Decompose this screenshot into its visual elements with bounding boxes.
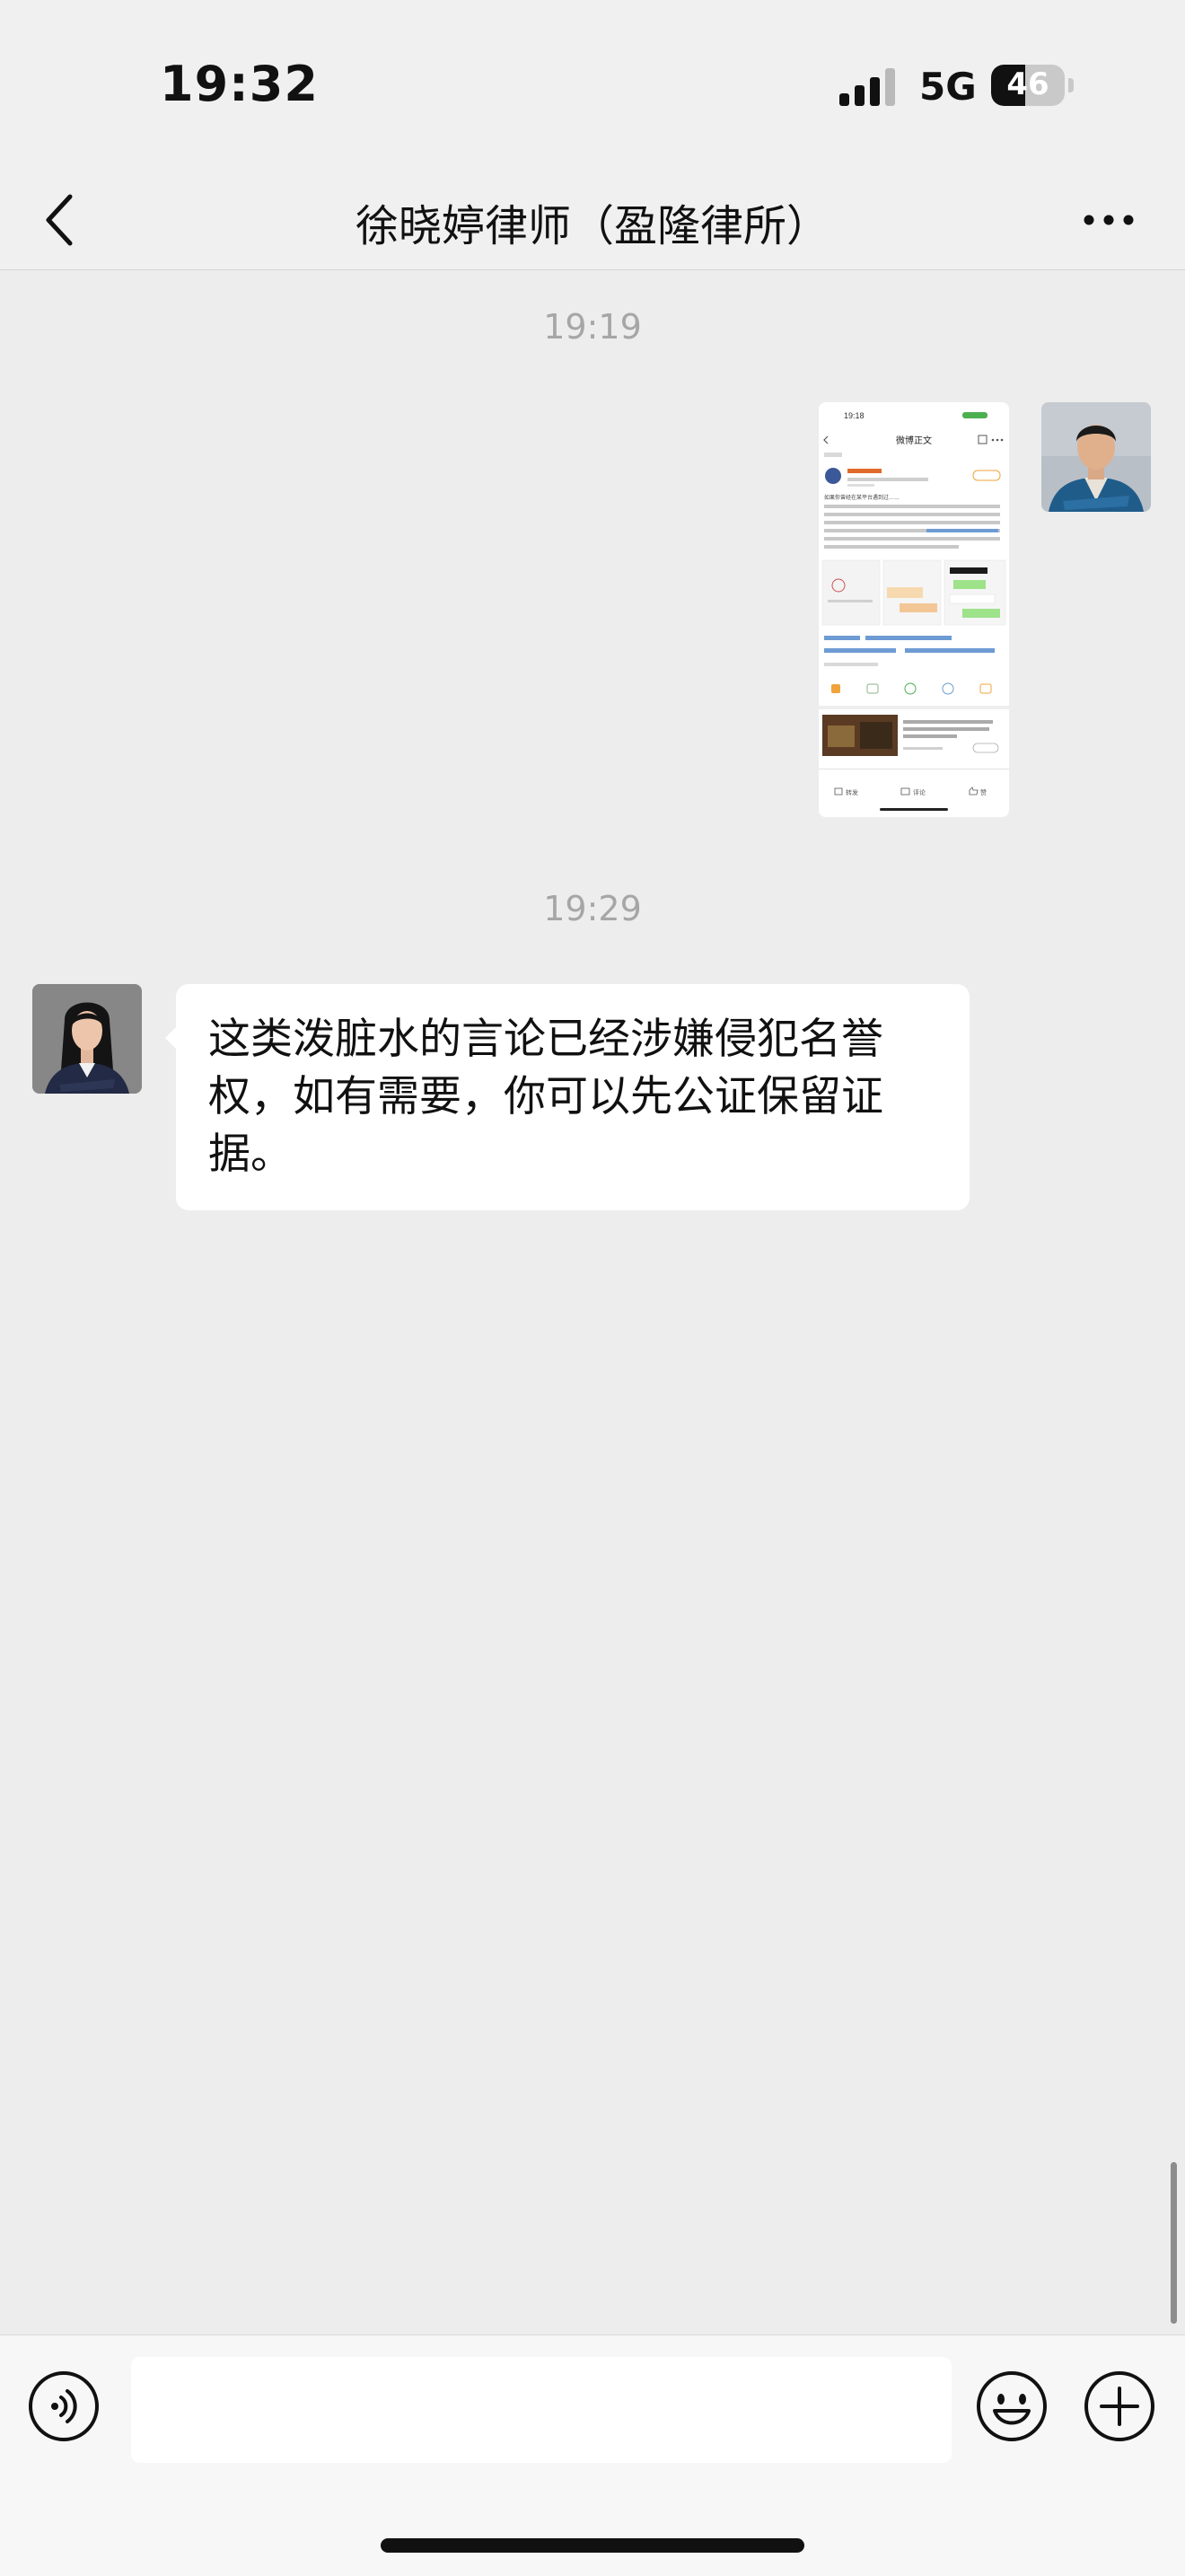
battery-level: 46 [1006, 66, 1049, 102]
chat-scrollbar[interactable] [1171, 2162, 1177, 2324]
thumb-like: 赞 [980, 788, 987, 796]
voice-icon[interactable] [27, 2369, 101, 2443]
thumb-share: 转发 [846, 788, 858, 796]
thumb-post-text: 如果你曾经在某平台遇到过…… [824, 494, 900, 501]
plus-icon[interactable] [1083, 2369, 1156, 2443]
network-type: 5G [919, 65, 977, 109]
message-timestamp: 19:19 [543, 307, 642, 347]
thumb-header-title: 微博正文 [896, 435, 932, 446]
screenshot-thumbnail: 19:18 微博正文 如果你曾经在某平台遇到过…… 转发 评论 赞 [819, 402, 1009, 817]
chat-header: 徐晓婷律师（盈隆律所） [0, 171, 1185, 270]
text-message[interactable]: 这类泼脏水的言论已经涉嫌侵犯名誉权，如有需要，你可以先公证保留证据。 [176, 984, 970, 1210]
battery-icon: 46 [991, 65, 1065, 106]
image-message[interactable]: 19:18 微博正文 如果你曾经在某平台遇到过…… 转发 评论 赞 [819, 402, 1009, 817]
thumb-comment: 评论 [913, 788, 926, 796]
status-time: 19:32 [160, 56, 319, 112]
message-input[interactable] [131, 2357, 952, 2463]
thumb-status-time: 19:18 [844, 411, 865, 420]
emoji-icon[interactable] [975, 2369, 1049, 2443]
chevron-left-icon[interactable] [40, 184, 84, 256]
chat-title: 徐晓婷律师（盈隆律所） [355, 201, 830, 251]
my-avatar[interactable] [1041, 402, 1151, 512]
battery-tip [1068, 78, 1074, 92]
status-bar: 19:32 5G 46 [0, 0, 1185, 171]
input-bar [0, 2334, 1185, 2576]
cellular-signal-icon [839, 68, 895, 106]
message-timestamp: 19:29 [543, 889, 642, 928]
message-text: 这类泼脏水的言论已经涉嫌侵犯名誉权，如有需要，你可以先公证保留证据。 [208, 1015, 883, 1179]
home-indicator[interactable] [381, 2538, 804, 2553]
contact-avatar[interactable] [32, 984, 142, 1094]
more-horizontal-icon[interactable] [1077, 189, 1140, 251]
